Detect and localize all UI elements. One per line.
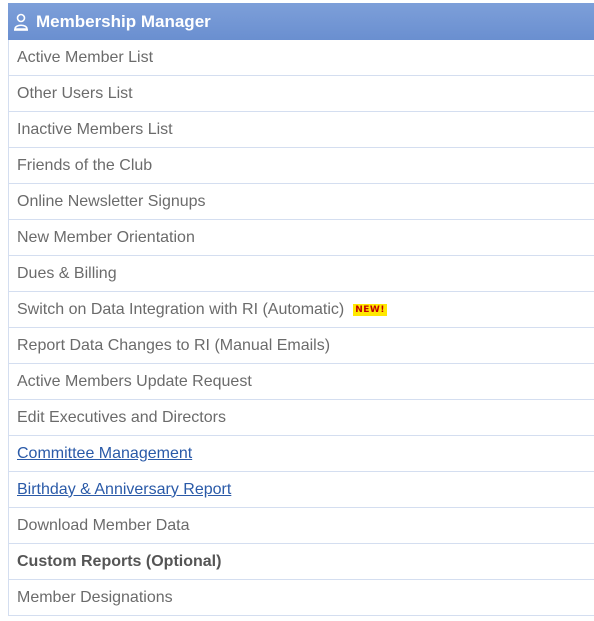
membership-menu: Active Member List Other Users List Inac… [8,40,594,616]
menu-item-label: Active Members Update Request [17,372,252,390]
member-icon [13,12,31,32]
menu-item-birthday-anniversary-report[interactable]: Birthday & Anniversary Report [8,472,594,508]
menu-item-label: Friends of the Club [17,156,153,174]
membership-manager-panel: Membership Manager Active Member List Ot… [8,3,594,616]
menu-item-label: Member Designations [17,588,173,606]
menu-item-active-member-list[interactable]: Active Member List [8,40,594,76]
menu-item-online-newsletter-signups[interactable]: Online Newsletter Signups [8,184,594,220]
menu-item-dues-billing[interactable]: Dues & Billing [8,256,594,292]
menu-item-custom-reports[interactable]: Custom Reports (Optional) [8,544,594,580]
menu-item-members-update-request[interactable]: Active Members Update Request [8,364,594,400]
menu-item-link[interactable]: Committee Management [17,445,192,463]
menu-item-label: Report Data Changes to RI (Manual Emails… [17,336,331,354]
menu-item-label: Other Users List [17,84,133,102]
menu-item-new-member-orientation[interactable]: New Member Orientation [8,220,594,256]
menu-item-label: Inactive Members List [17,120,173,138]
menu-item-label: Edit Executives and Directors [17,408,226,426]
menu-item-other-users-list[interactable]: Other Users List [8,76,594,112]
menu-item-label: Switch on Data Integration with RI (Auto… [17,300,345,318]
panel-header: Membership Manager [8,3,594,40]
menu-item-label: Dues & Billing [17,264,117,282]
menu-item-committee-management[interactable]: Committee Management [8,436,594,472]
menu-item-label: Custom Reports (Optional) [17,552,222,570]
menu-item-report-data-changes[interactable]: Report Data Changes to RI (Manual Emails… [8,328,594,364]
menu-item-label: Download Member Data [17,516,190,534]
menu-item-link[interactable]: Birthday & Anniversary Report [17,481,231,499]
panel-title: Membership Manager [36,11,211,31]
new-badge: NEW! [353,303,387,316]
menu-item-download-member-data[interactable]: Download Member Data [8,508,594,544]
menu-item-label: New Member Orientation [17,228,195,246]
menu-item-data-integration[interactable]: Switch on Data Integration with RI (Auto… [8,292,594,328]
menu-item-member-designations[interactable]: Member Designations [8,580,594,616]
menu-item-label: Online Newsletter Signups [17,192,206,210]
menu-item-label: Active Member List [17,48,154,66]
menu-item-inactive-members-list[interactable]: Inactive Members List [8,112,594,148]
menu-item-edit-executives[interactable]: Edit Executives and Directors [8,400,594,436]
menu-item-friends-of-the-club[interactable]: Friends of the Club [8,148,594,184]
